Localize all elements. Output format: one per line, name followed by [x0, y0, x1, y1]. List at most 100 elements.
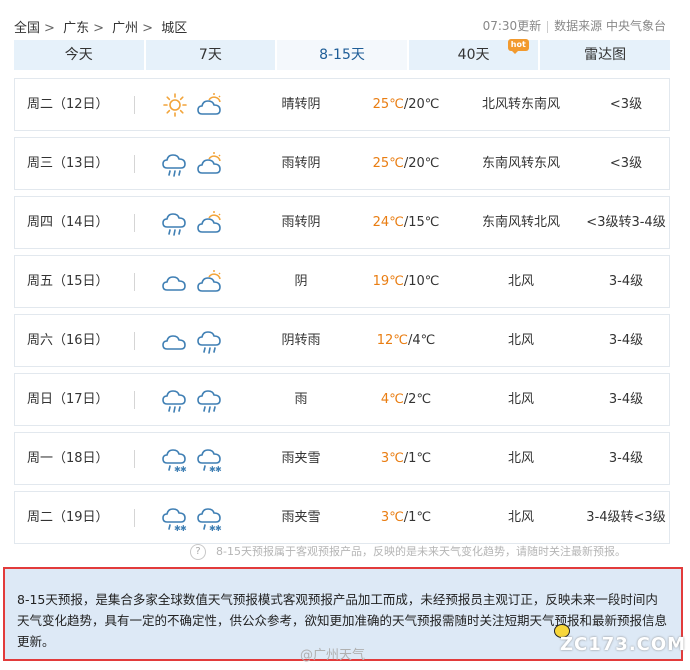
row-divider	[134, 509, 135, 527]
row-divider	[134, 155, 135, 173]
weather-description: 雨夹雪	[281, 510, 321, 525]
forecast-day: 周二（12日）	[27, 97, 109, 112]
forecast-row: 周一（18日） ✱ ✱ ✱ ✱ 雨夹雪 3℃/1℃ 北风 3-4级	[14, 432, 670, 485]
tab-40-days[interactable]: 40天 hot	[408, 39, 539, 70]
temperature: 25℃/20℃	[351, 79, 461, 130]
row-divider	[134, 96, 135, 114]
temperature-low: /1℃	[403, 510, 432, 525]
tab-today[interactable]: 今天	[14, 40, 144, 70]
temperature: 24℃/15℃	[351, 197, 461, 248]
svg-text:✱: ✱	[215, 465, 222, 473]
cloudy-icon	[196, 91, 224, 119]
sleet-icon: ✱ ✱	[196, 504, 224, 533]
wind-level: <3级转3-4级	[586, 215, 666, 230]
wind-direction: 北风转东南风	[481, 97, 560, 112]
sleet-icon: ✱ ✱	[196, 445, 224, 474]
forecast-row: 周日（17日） 雨 4℃/2℃ 北风 3-4级	[14, 373, 670, 426]
temperature: 3℃/1℃	[351, 492, 461, 543]
tab-label: 雷达图	[584, 47, 627, 63]
cloudy-icon	[196, 209, 224, 237]
forecast-row: 周三（13日） 雨转阴 25℃/20℃ 东南风转东风 <3级	[14, 137, 670, 190]
sleet-icon: ✱ ✱	[161, 445, 189, 474]
wind-direction: 北风	[507, 392, 534, 407]
svg-text:✱: ✱	[180, 524, 187, 532]
svg-text:✱: ✱	[180, 465, 187, 473]
breadcrumb-separator: >	[93, 21, 104, 36]
wind-direction: 北风	[507, 510, 534, 525]
forecast-list: 周二（12日） 晴转阴 25℃/20℃ 北风转东南风 <3级 周三（13日） 雨…	[14, 78, 670, 550]
help-icon[interactable]: ?	[190, 544, 206, 560]
site-watermark: ZC173.COM	[560, 634, 687, 655]
forecast-day: 周四（14日）	[27, 215, 109, 230]
temperature-high: 3℃	[380, 510, 404, 525]
breadcrumb-item-province[interactable]: 广东	[63, 21, 89, 36]
overcast-icon	[161, 268, 189, 296]
forecast-day: 周六（16日）	[27, 333, 109, 348]
divider	[547, 20, 549, 33]
temperature: 4℃/2℃	[351, 374, 461, 425]
row-divider	[134, 273, 135, 291]
temperature-low: /4℃	[407, 333, 436, 348]
tab-7-days[interactable]: 7天	[145, 40, 276, 70]
forecast-tabs: 今天 7天 8-15天 40天 hot 雷达图	[14, 39, 670, 70]
forecast-row: 周五（15日） 阴 19℃/10℃ 北风 3-4级	[14, 255, 670, 308]
breadcrumb-item-city[interactable]: 广州	[112, 21, 138, 36]
weather-description: 晴转阴	[281, 97, 321, 112]
forecast-note: ? 8-15天预报属于客观预报产品，反映的是未来天气变化趋势，请随时关注最新预报。	[190, 543, 626, 560]
forecast-day: 周三（13日）	[27, 156, 109, 171]
breadcrumb-item-country[interactable]: 全国	[14, 21, 40, 36]
temperature-low: /20℃	[403, 97, 440, 112]
temperature-high: 3℃	[380, 451, 404, 466]
tab-label: 40天	[457, 47, 490, 63]
cloudy-icon	[196, 150, 224, 178]
forecast-day: 周五（15日）	[27, 274, 109, 289]
weather-description: 阴转雨	[281, 333, 321, 348]
row-divider	[134, 450, 135, 468]
temperature: 25℃/20℃	[351, 138, 461, 189]
weather-description: 阴	[294, 274, 308, 289]
top-bar: 全国 > 广东 > 广州 > 城区 07:30更新 数据来源 中央气象台	[0, 0, 690, 40]
rain-icon	[196, 386, 224, 414]
note-text: 8-15天预报属于客观预报产品，反映的是未来天气变化趋势，请随时关注最新预报。	[216, 545, 626, 558]
wind-direction: 北风	[507, 451, 534, 466]
tab-8-15-days[interactable]: 8-15天	[277, 40, 407, 70]
wind-direction: 北风	[507, 333, 534, 348]
forecast-row: 周二（19日） ✱ ✱ ✱ ✱ 雨夹雪 3℃/1℃ 北风 3-4级转<3级	[14, 491, 670, 544]
rain-icon	[196, 327, 224, 355]
overcast-icon	[161, 327, 189, 355]
data-source: 数据来源 中央气象台	[554, 19, 666, 33]
temperature: 19℃/10℃	[351, 256, 461, 307]
row-divider	[134, 391, 135, 409]
tab-radar[interactable]: 雷达图	[540, 40, 670, 70]
forecast-row: 周六（16日） 阴转雨 12℃/4℃ 北风 3-4级	[14, 314, 670, 367]
weather-description: 雨夹雪	[281, 451, 321, 466]
tab-label: 8-15天	[319, 47, 365, 63]
breadcrumb-separator: >	[142, 21, 154, 36]
wind-direction: 北风	[507, 274, 534, 289]
temperature: 3℃/1℃	[351, 433, 461, 484]
weather-description: 雨转阴	[281, 156, 321, 171]
sleet-icon: ✱ ✱	[161, 504, 189, 533]
wind-level: <3级	[609, 156, 643, 171]
weather-description: 雨转阴	[281, 215, 321, 230]
svg-text:✱: ✱	[215, 524, 222, 532]
wind-direction: 东南风转东风	[481, 156, 560, 171]
forecast-row: 周二（12日） 晴转阴 25℃/20℃ 北风转东南风 <3级	[14, 78, 670, 131]
temperature-high: 12℃	[376, 333, 408, 348]
breadcrumb-item-district: 城区	[161, 21, 188, 36]
wind-level: 3-4级转<3级	[586, 510, 666, 525]
breadcrumb: 全国 > 广东 > 广州 > 城区	[14, 17, 191, 36]
tab-label: 7天	[198, 47, 222, 63]
temperature-high: 25℃	[372, 156, 404, 171]
temperature-low: /10℃	[403, 274, 440, 289]
cloudy-icon	[196, 268, 224, 296]
sun-icon	[161, 91, 189, 119]
wind-level: 3-4级	[608, 451, 644, 466]
rain-icon	[161, 209, 189, 237]
forecast-day: 周日（17日）	[27, 392, 109, 407]
wind-level: 3-4级	[608, 392, 644, 407]
tab-label: 今天	[64, 47, 93, 63]
hot-badge: hot	[507, 39, 529, 54]
update-time: 07:30更新	[482, 19, 542, 33]
temperature-high: 4℃	[380, 392, 404, 407]
